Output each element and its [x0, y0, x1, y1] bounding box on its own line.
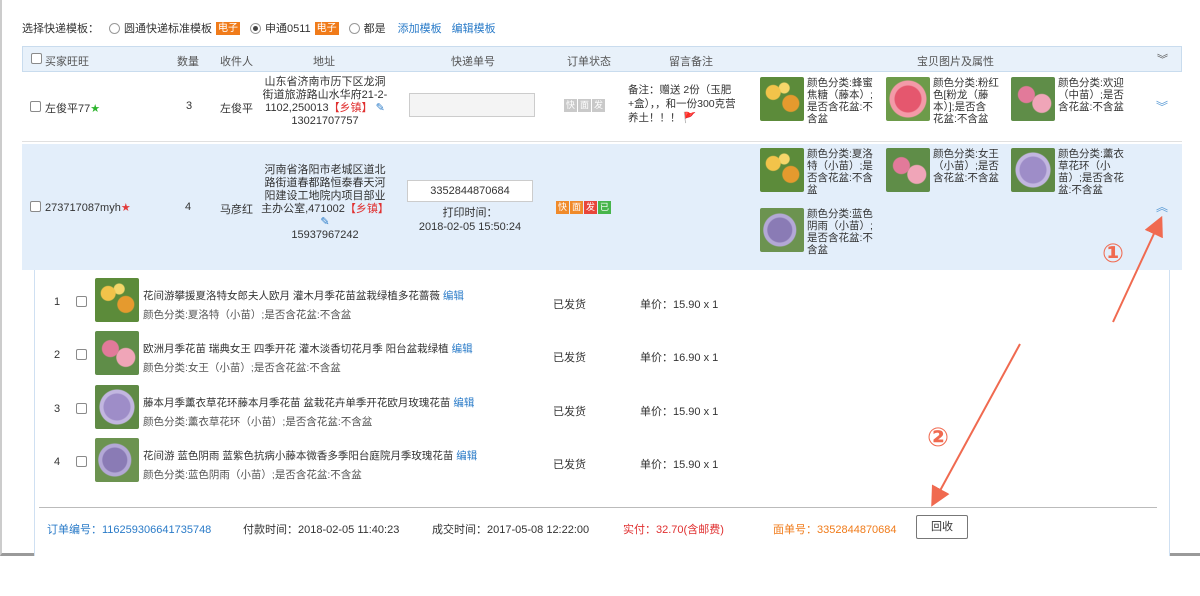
annotation-one: ① — [1102, 238, 1125, 268]
arrow-two — [931, 343, 1021, 507]
annotation-two: ② — [927, 422, 950, 452]
annotation-arrows — [931, 215, 1163, 507]
